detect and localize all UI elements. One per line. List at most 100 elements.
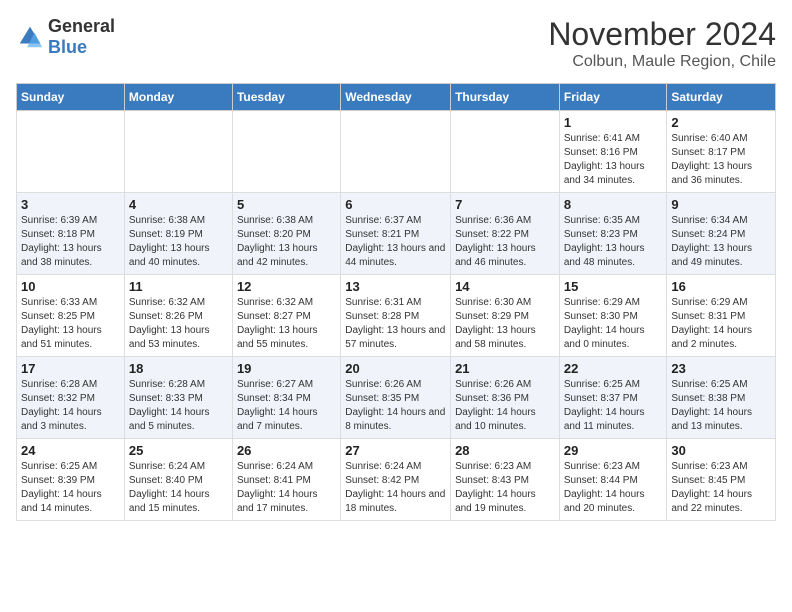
calendar-cell: 8Sunrise: 6:35 AMSunset: 8:23 PMDaylight… — [559, 193, 667, 275]
day-number: 19 — [237, 361, 336, 376]
day-number: 9 — [671, 197, 771, 212]
day-number: 8 — [564, 197, 663, 212]
day-number: 17 — [21, 361, 120, 376]
calendar-cell: 13 Sunrise: 6:31 AMSunset: 8:28 PMDayligh… — [341, 275, 451, 357]
day-info: Sunrise: 6:24 AMSunset: 8:40 PMDaylight:… — [129, 460, 228, 516]
calendar-cell: 14 Sunrise: 6:30 AMSunset: 8:29 PMDayligh… — [451, 275, 560, 357]
day-info: Sunrise: 6:25 AMSunset: 8:39 PMDaylight:… — [21, 460, 120, 516]
day-info: Sunrise: 6:24 AMSunset: 8:42 PMDaylight:… — [345, 460, 446, 516]
calendar-cell — [17, 111, 125, 193]
day-info: Sunrise: 6:26 AMSunset: 8:36 PMDaylight:… — [455, 378, 555, 434]
calendar-cell: 26 Sunrise: 6:24 AMSunset: 8:41 PMDayligh… — [232, 439, 340, 521]
calendar-cell: 22Sunrise: 6:25 AMSunset: 8:37 PMDayligh… — [559, 357, 667, 439]
day-number: 29 — [564, 443, 663, 458]
calendar-title: November 2024 — [548, 16, 776, 53]
header-day-monday: Monday — [124, 84, 232, 111]
header-day-wednesday: Wednesday — [341, 84, 451, 111]
day-info: Sunrise: 6:23 AMSunset: 8:44 PMDaylight:… — [564, 460, 663, 516]
day-number: 12 — [237, 279, 336, 294]
calendar-cell: 27 Sunrise: 6:24 AMSunset: 8:42 PMDayligh… — [341, 439, 451, 521]
calendar-cell: 10 Sunrise: 6:33 AMSunset: 8:25 PMDayligh… — [17, 275, 125, 357]
day-info: Sunrise: 6:29 AMSunset: 8:30 PMDaylight:… — [564, 296, 663, 352]
day-number: 14 — [455, 279, 555, 294]
day-info: Sunrise: 6:32 AMSunset: 8:26 PMDaylight:… — [129, 296, 228, 352]
calendar-subtitle: Colbun, Maule Region, Chile — [548, 53, 776, 71]
calendar-cell: 15 Sunrise: 6:29 AMSunset: 8:30 PMDayligh… — [559, 275, 667, 357]
calendar-cell: 5 Sunrise: 6:38 AMSunset: 8:20 PMDaylight… — [232, 193, 340, 275]
calendar-cell — [451, 111, 560, 193]
day-info: Sunrise: 6:23 AMSunset: 8:43 PMDaylight:… — [455, 460, 555, 516]
day-info: Sunrise: 6:24 AMSunset: 8:41 PMDaylight:… — [237, 460, 336, 516]
calendar-week-row: 10 Sunrise: 6:33 AMSunset: 8:25 PMDayligh… — [17, 275, 776, 357]
logo: General Blue — [16, 16, 115, 58]
header-day-tuesday: Tuesday — [232, 84, 340, 111]
day-number: 27 — [345, 443, 446, 458]
day-number: 26 — [237, 443, 336, 458]
calendar-cell: 30 Sunrise: 6:23 AMSunset: 8:45 PMDayligh… — [667, 439, 776, 521]
calendar-cell: 25Sunrise: 6:24 AMSunset: 8:40 PMDayligh… — [124, 439, 232, 521]
title-block: November 2024 Colbun, Maule Region, Chil… — [548, 16, 776, 71]
calendar-cell: 6Sunrise: 6:37 AMSunset: 8:21 PMDaylight… — [341, 193, 451, 275]
day-info: Sunrise: 6:40 AMSunset: 8:17 PMDaylight:… — [671, 132, 771, 188]
calendar-cell: 17 Sunrise: 6:28 AMSunset: 8:32 PMDayligh… — [17, 357, 125, 439]
day-info: Sunrise: 6:36 AMSunset: 8:22 PMDaylight:… — [455, 214, 555, 270]
calendar-cell: 4 Sunrise: 6:38 AMSunset: 8:19 PMDaylight… — [124, 193, 232, 275]
day-info: Sunrise: 6:23 AMSunset: 8:45 PMDaylight:… — [671, 460, 771, 516]
calendar-cell: 11 Sunrise: 6:32 AMSunset: 8:26 PMDayligh… — [124, 275, 232, 357]
calendar-cell: 12 Sunrise: 6:32 AMSunset: 8:27 PMDayligh… — [232, 275, 340, 357]
calendar-cell: 29 Sunrise: 6:23 AMSunset: 8:44 PMDayligh… — [559, 439, 667, 521]
day-number: 24 — [21, 443, 120, 458]
day-number: 10 — [21, 279, 120, 294]
day-number: 1 — [564, 115, 663, 130]
day-info: Sunrise: 6:28 AMSunset: 8:33 PMDaylight:… — [129, 378, 228, 434]
day-number: 11 — [129, 279, 228, 294]
day-info: Sunrise: 6:26 AMSunset: 8:35 PMDaylight:… — [345, 378, 446, 434]
page-header: General Blue November 2024 Colbun, Maule… — [16, 16, 776, 71]
day-info: Sunrise: 6:30 AMSunset: 8:29 PMDaylight:… — [455, 296, 555, 352]
calendar-cell — [124, 111, 232, 193]
calendar-week-row: 1 Sunrise: 6:41 AMSunset: 8:16 PMDaylight… — [17, 111, 776, 193]
day-info: Sunrise: 6:28 AMSunset: 8:32 PMDaylight:… — [21, 378, 120, 434]
calendar-cell: 28 Sunrise: 6:23 AMSunset: 8:43 PMDayligh… — [451, 439, 560, 521]
day-info: Sunrise: 6:39 AMSunset: 8:18 PMDaylight:… — [21, 214, 120, 270]
logo-blue: Blue — [48, 37, 87, 57]
calendar-cell: 18Sunrise: 6:28 AMSunset: 8:33 PMDayligh… — [124, 357, 232, 439]
calendar-week-row: 3Sunrise: 6:39 AMSunset: 8:18 PMDaylight… — [17, 193, 776, 275]
calendar-header-row: SundayMondayTuesdayWednesdayThursdayFrid… — [17, 84, 776, 111]
calendar-cell — [232, 111, 340, 193]
day-info: Sunrise: 6:34 AMSunset: 8:24 PMDaylight:… — [671, 214, 771, 270]
calendar-cell: 20 Sunrise: 6:26 AMSunset: 8:35 PMDayligh… — [341, 357, 451, 439]
calendar-cell: 16 Sunrise: 6:29 AMSunset: 8:31 PMDayligh… — [667, 275, 776, 357]
day-info: Sunrise: 6:32 AMSunset: 8:27 PMDaylight:… — [237, 296, 336, 352]
calendar-cell: 23Sunrise: 6:25 AMSunset: 8:38 PMDayligh… — [667, 357, 776, 439]
day-number: 21 — [455, 361, 555, 376]
day-number: 13 — [345, 279, 446, 294]
calendar-cell: 7 Sunrise: 6:36 AMSunset: 8:22 PMDaylight… — [451, 193, 560, 275]
day-number: 28 — [455, 443, 555, 458]
day-info: Sunrise: 6:41 AMSunset: 8:16 PMDaylight:… — [564, 132, 663, 188]
calendar-cell: 1 Sunrise: 6:41 AMSunset: 8:16 PMDaylight… — [559, 111, 667, 193]
calendar-cell: 9 Sunrise: 6:34 AMSunset: 8:24 PMDaylight… — [667, 193, 776, 275]
day-number: 4 — [129, 197, 228, 212]
calendar-week-row: 17 Sunrise: 6:28 AMSunset: 8:32 PMDayligh… — [17, 357, 776, 439]
day-number: 5 — [237, 197, 336, 212]
day-info: Sunrise: 6:38 AMSunset: 8:20 PMDaylight:… — [237, 214, 336, 270]
day-info: Sunrise: 6:33 AMSunset: 8:25 PMDaylight:… — [21, 296, 120, 352]
day-info: Sunrise: 6:27 AMSunset: 8:34 PMDaylight:… — [237, 378, 336, 434]
day-number: 16 — [671, 279, 771, 294]
day-info: Sunrise: 6:38 AMSunset: 8:19 PMDaylight:… — [129, 214, 228, 270]
day-number: 20 — [345, 361, 446, 376]
day-number: 30 — [671, 443, 771, 458]
day-number: 2 — [671, 115, 771, 130]
day-number: 7 — [455, 197, 555, 212]
day-info: Sunrise: 6:29 AMSunset: 8:31 PMDaylight:… — [671, 296, 771, 352]
calendar-cell — [341, 111, 451, 193]
day-info: Sunrise: 6:37 AMSunset: 8:21 PMDaylight:… — [345, 214, 446, 270]
day-number: 15 — [564, 279, 663, 294]
calendar-week-row: 24 Sunrise: 6:25 AMSunset: 8:39 PMDayligh… — [17, 439, 776, 521]
header-day-thursday: Thursday — [451, 84, 560, 111]
day-info: Sunrise: 6:31 AMSunset: 8:28 PMDaylight:… — [345, 296, 446, 352]
calendar-cell: 21 Sunrise: 6:26 AMSunset: 8:36 PMDayligh… — [451, 357, 560, 439]
day-number: 22 — [564, 361, 663, 376]
header-day-sunday: Sunday — [17, 84, 125, 111]
